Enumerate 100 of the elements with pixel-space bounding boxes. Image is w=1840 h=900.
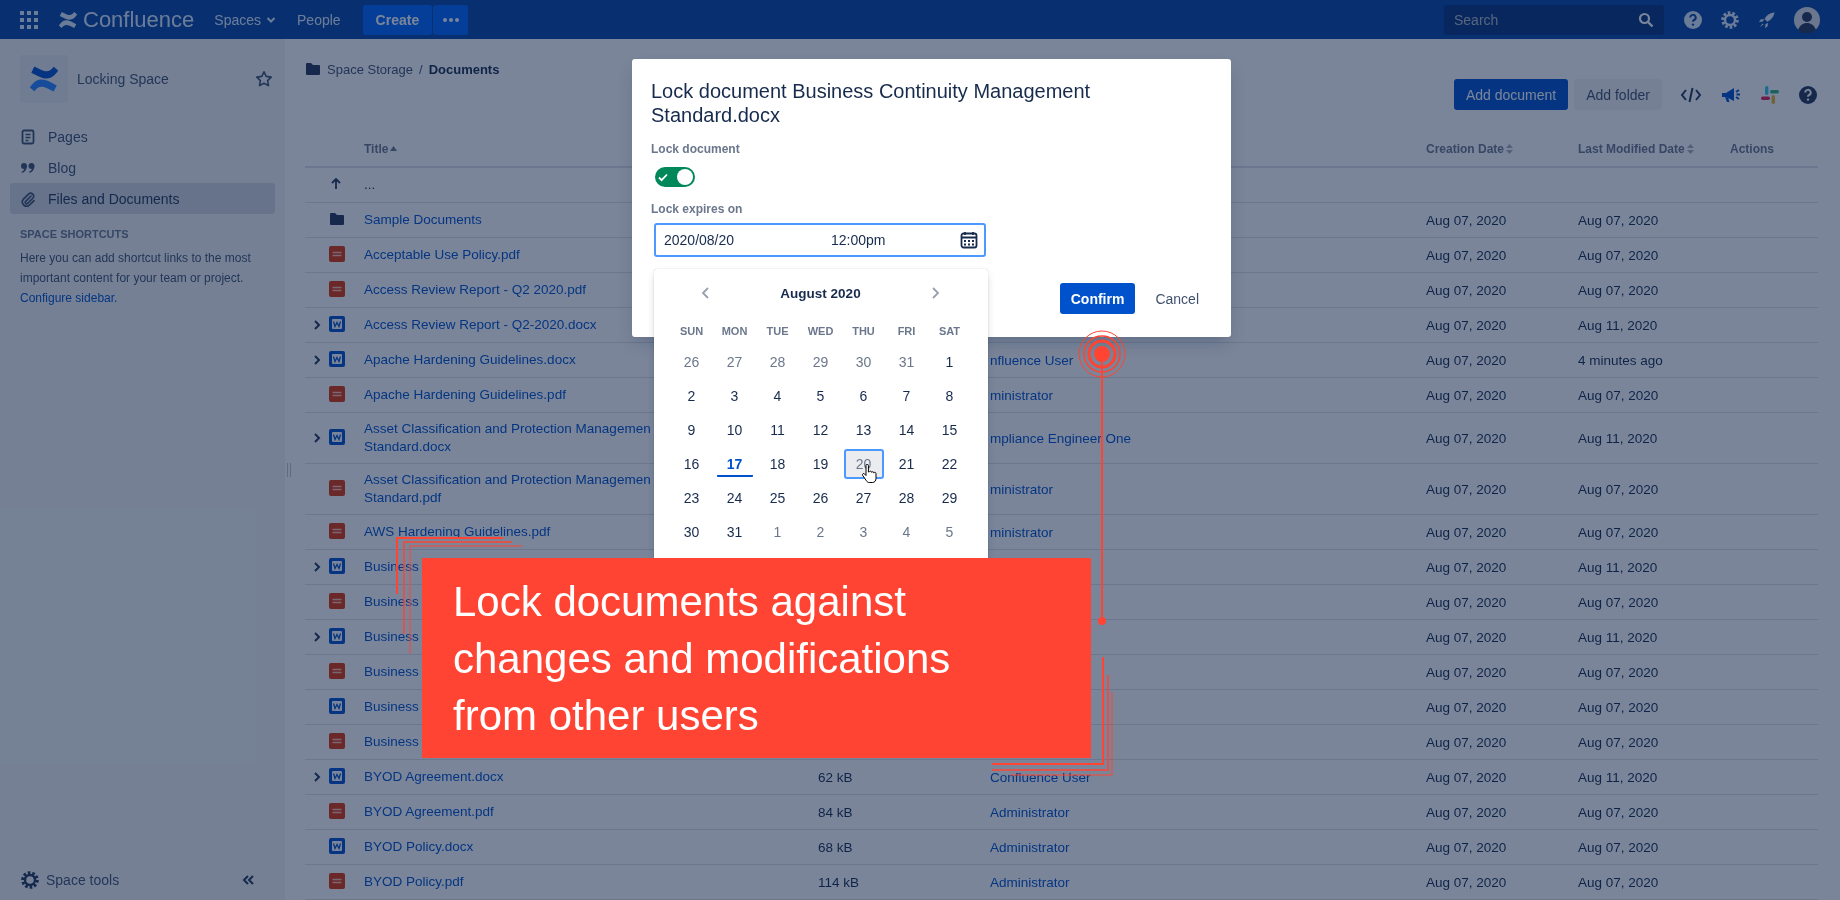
integration-icon[interactable] [1760,84,1780,105]
calendar-day[interactable]: 4 [886,517,927,547]
avatar[interactable] [1794,6,1820,33]
gear-icon[interactable] [20,870,40,890]
star-icon[interactable] [255,70,273,88]
calendar-day[interactable]: 22 [929,449,970,479]
file-name-link[interactable]: BYOD Agreement.docx [364,761,504,793]
calendar-day[interactable]: 15 [929,415,970,445]
next-month-icon[interactable] [929,286,941,300]
calendar-day[interactable]: 25 [757,483,798,513]
calendar-day[interactable]: 16 [671,449,712,479]
up-arrow-icon[interactable] [329,176,343,191]
file-name-link[interactable]: Acceptable Use Policy.pdf [364,239,520,271]
breadcrumb-link[interactable]: Documents [428,61,500,77]
calendar-day[interactable]: 12 [800,415,841,445]
calendar-day[interactable]: 3 [714,381,755,411]
expand-chevron-icon[interactable] [311,771,323,783]
column-header[interactable]: Actions [1730,142,1774,156]
search-icon[interactable] [1638,11,1654,28]
creator-link[interactable]: Administrator [990,804,1070,820]
expand-chevron-icon[interactable] [311,319,323,331]
creator-link[interactable]: ministrator [990,524,1053,540]
expand-chevron-icon[interactable] [311,432,323,444]
file-name-link[interactable]: Business [364,691,419,723]
calendar-day[interactable]: 8 [929,381,970,411]
file-name-link[interactable]: Access Review Report - Q2 2020.pdf [364,274,587,306]
calendar-day[interactable]: 14 [886,415,927,445]
space-logo[interactable] [20,55,68,103]
file-name-link[interactable]: AWS Hardening Guidelines.pdf [364,516,551,548]
product-name[interactable]: Confluence [83,6,195,33]
primary-button[interactable]: Add document [1453,79,1569,110]
calendar-day[interactable]: 1 [757,517,798,547]
calendar-day[interactable]: 29 [929,483,970,513]
sort-icon[interactable] [1506,144,1514,154]
file-name-link[interactable]: Access Review Report - Q2-2020.docx [364,309,597,341]
column-header[interactable]: Creation Date [1426,142,1514,156]
calendar-day[interactable]: 21 [886,449,927,479]
file-name-link[interactable]: BYOD Agreement.pdf [364,796,494,828]
secondary-button[interactable]: Add folder [1574,79,1662,110]
expand-chevron-icon[interactable] [311,561,323,573]
file-name-link[interactable]: Asset Classification and Protection Managemen Standard.docx [364,413,651,463]
calendar-day[interactable]: 30 [843,347,884,377]
app-switcher-icon[interactable] [20,10,38,29]
calendar-day[interactable]: 26 [671,347,712,377]
paperclip-icon[interactable] [20,190,36,207]
toggle-switch[interactable] [655,167,695,187]
calendar-day[interactable]: 9 [671,415,712,445]
creator-link[interactable]: Administrator [990,839,1070,855]
calendar-day[interactable]: 27 [714,347,755,377]
calendar-day[interactable]: 6 [843,381,884,411]
more-button[interactable] [433,4,469,35]
sidebar-item[interactable]: Blog [10,152,275,183]
file-name-link[interactable]: Apache Hardening Guidelines.docx [364,344,576,376]
create-button[interactable]: Create [362,4,433,35]
breadcrumb-link[interactable]: Space Storage [327,61,413,77]
calendar-day[interactable]: 30 [671,517,712,547]
column-header[interactable]: Title [364,142,398,156]
calendar-day[interactable]: 23 [671,483,712,513]
calendar-day[interactable]: 1 [929,347,970,377]
nav-link[interactable]: Spaces [214,11,277,28]
file-name-link[interactable]: Business [364,656,419,688]
file-name-link[interactable]: Business [364,726,419,758]
expand-chevron-icon[interactable] [311,354,323,366]
calendar-day[interactable]: 2 [671,381,712,411]
file-name-link[interactable]: Apache Hardening Guidelines.pdf [364,379,566,411]
file-name-link[interactable]: BYOD Policy.docx [364,831,474,863]
help-icon[interactable] [1683,9,1703,30]
creator-link[interactable]: Administrator [990,874,1070,890]
cancel-button[interactable]: Cancel [1155,290,1199,307]
configure-sidebar-link[interactable]: Configure sidebar. [20,291,118,305]
collapse-sidebar-icon[interactable] [241,873,255,887]
calendar-day[interactable]: 5 [800,381,841,411]
calendar-day[interactable]: 29 [800,347,841,377]
help-icon[interactable] [1798,84,1818,105]
calendar-day[interactable]: 7 [886,381,927,411]
sort-ascending-icon[interactable] [390,145,398,153]
calendar-day[interactable]: 3 [843,517,884,547]
previous-month-icon[interactable] [700,286,712,300]
date-time-field[interactable]: 2020/08/20 12:00pm [654,223,986,257]
calendar-day[interactable]: 28 [757,347,798,377]
calendar-day[interactable]: 10 [714,415,755,445]
page-icon[interactable] [20,128,36,145]
parent-folder-link[interactable]: ... [364,169,376,201]
sort-icon[interactable] [1686,144,1694,154]
creator-link[interactable]: nfluence User [990,352,1074,368]
creator-link[interactable]: ministrator [990,387,1053,403]
file-name-link[interactable]: BYOD Policy.pdf [364,866,464,898]
creator-link[interactable]: mpliance Engineer One [990,430,1132,446]
file-name-link[interactable]: Asset Classification and Protection Managemen Standard.pdf [364,464,651,514]
calendar-day[interactable]: 27 [843,483,884,513]
space-name[interactable]: Locking Space [77,71,255,87]
calendar-day[interactable]: 5 [929,517,970,547]
calendar-day[interactable]: 19 [800,449,841,479]
calendar-day[interactable]: 28 [886,483,927,513]
calendar-icon[interactable] [960,231,978,249]
calendar-day[interactable]: 13 [843,415,884,445]
calendar-day[interactable]: 17 [714,449,755,479]
sidebar-item[interactable]: Pages [10,121,275,152]
calendar-day[interactable]: 31 [886,347,927,377]
calendar-day[interactable]: 4 [757,381,798,411]
